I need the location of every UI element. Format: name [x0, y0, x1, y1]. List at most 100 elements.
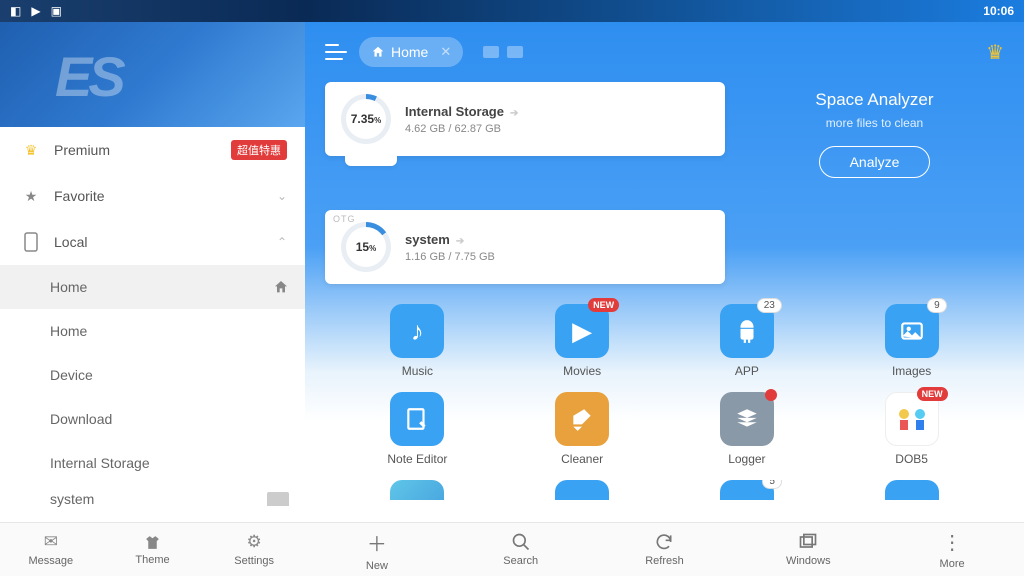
- analyzer-subtitle: more files to clean: [826, 116, 923, 130]
- location-chip[interactable]: Home ✕: [359, 37, 463, 67]
- premium-badge: 超值特惠: [231, 140, 287, 160]
- local-label: Local: [54, 234, 277, 250]
- search-icon: [511, 532, 531, 552]
- mail-icon: ✉: [44, 532, 58, 552]
- location-label: Home: [391, 44, 428, 60]
- premium-label: Premium: [54, 142, 223, 158]
- broom-icon: [555, 392, 609, 446]
- more-button[interactable]: ⋮More: [880, 523, 1024, 576]
- star-icon: ★: [18, 188, 44, 205]
- chevron-down-icon: ⌄: [277, 189, 287, 203]
- plus-icon: ＋: [367, 528, 387, 557]
- sidebar-item-download[interactable]: Download: [0, 397, 305, 441]
- phone-icon: [18, 232, 44, 252]
- stack-icon: [720, 392, 774, 446]
- usage-ring: 7.35%: [341, 94, 391, 144]
- image-icon: 9: [885, 304, 939, 358]
- storage-sub: 1.16 GB / 7.75 GB: [405, 251, 495, 263]
- close-icon[interactable]: ✕: [440, 44, 451, 60]
- app-icon: ▣: [51, 4, 62, 18]
- favorite-label: Favorite: [54, 188, 277, 204]
- sidebar-premium[interactable]: ♛ Premium 超值特惠: [0, 127, 305, 173]
- tab-icons[interactable]: [483, 46, 523, 58]
- analyzer-title: Space Analyzer: [815, 90, 933, 110]
- clock: 10:06: [983, 4, 1014, 18]
- storage-card-system[interactable]: OTG 15% system ➔ 1.16 GB / 7.75 GB: [325, 210, 725, 284]
- sidebar-favorite[interactable]: ★ Favorite ⌄: [0, 173, 305, 219]
- home-icon: [273, 279, 289, 295]
- count-badge: 9: [927, 298, 947, 313]
- android-icon: 23: [720, 304, 774, 358]
- sub-label: Download: [50, 411, 112, 427]
- usage-ring: 15%: [341, 222, 391, 272]
- sidebar-item-system[interactable]: system: [0, 485, 305, 513]
- space-analyzer: Space Analyzer more files to clean Analy…: [745, 82, 1004, 284]
- sidebar-item-internal[interactable]: Internal Storage: [0, 441, 305, 485]
- settings-button[interactable]: ⚙Settings: [203, 523, 305, 576]
- storage-name: system: [405, 232, 450, 247]
- cat-note[interactable]: Note Editor: [335, 392, 500, 466]
- category-grid: ♪ Music ▶NEW Movies 23 APP 9 Images Note…: [305, 284, 1024, 500]
- sub-label: system: [50, 491, 94, 507]
- main-panel: Home ✕ ♛ 7.35% Internal Storage ➔ 4.62 GB…: [305, 22, 1024, 522]
- dot-badge: [765, 389, 777, 401]
- sub-label: Device: [50, 367, 93, 383]
- movie-icon: ▶NEW: [555, 304, 609, 358]
- note-icon: [390, 392, 444, 446]
- search-button[interactable]: Search: [449, 523, 593, 576]
- cat-cutoff[interactable]: 5: [665, 480, 830, 500]
- storage-sub: 4.62 GB / 62.87 GB: [405, 123, 518, 135]
- cat-music[interactable]: ♪ Music: [335, 304, 500, 378]
- storage-card-internal[interactable]: 7.35% Internal Storage ➔ 4.62 GB / 62.87 …: [325, 82, 725, 156]
- cat-dob5[interactable]: NEW DOB5: [829, 392, 994, 466]
- refresh-button[interactable]: Refresh: [593, 523, 737, 576]
- otg-tag: OTG: [333, 214, 356, 224]
- sidebar: ♛ Premium 超值特惠 ★ Favorite ⌄ Local ⌃ Home: [0, 22, 305, 522]
- game-icon: NEW: [885, 392, 939, 446]
- notif-icon: ◧: [10, 4, 21, 18]
- cat-app[interactable]: 23 APP: [665, 304, 830, 378]
- new-badge: NEW: [588, 298, 619, 312]
- menu-button[interactable]: [325, 44, 347, 60]
- sub-label: Internal Storage: [50, 455, 150, 471]
- message-button[interactable]: ✉Message: [0, 523, 102, 576]
- sub-label: Home: [50, 323, 87, 339]
- sidebar-hero: [0, 22, 305, 127]
- crown-icon[interactable]: ♛: [986, 40, 1004, 65]
- shirt-icon: [144, 534, 161, 551]
- sidebar-local[interactable]: Local ⌃: [0, 219, 305, 265]
- new-badge: NEW: [917, 387, 948, 401]
- analyze-button[interactable]: Analyze: [819, 146, 931, 178]
- bottom-bar: ✉Message Theme ⚙Settings ＋New Search Ref…: [0, 522, 1024, 576]
- theme-button[interactable]: Theme: [102, 523, 204, 576]
- cat-images[interactable]: 9 Images: [829, 304, 994, 378]
- new-button[interactable]: ＋New: [305, 523, 449, 576]
- chevron-up-icon: ⌃: [277, 235, 287, 249]
- more-icon: ⋮: [942, 530, 962, 555]
- sidebar-item-home[interactable]: Home: [0, 265, 305, 309]
- count-badge: 23: [757, 298, 782, 313]
- arrow-icon: ➔: [456, 236, 464, 247]
- sub-label: Home: [50, 279, 87, 295]
- gear-icon: ⚙: [247, 532, 262, 552]
- cat-movies[interactable]: ▶NEW Movies: [500, 304, 665, 378]
- home-icon: [371, 45, 385, 59]
- cat-cutoff[interactable]: [335, 480, 500, 500]
- cat-cutoff[interactable]: [829, 480, 994, 500]
- cat-cleaner[interactable]: Cleaner: [500, 392, 665, 466]
- refresh-icon: [654, 532, 674, 552]
- sidebar-item-home2[interactable]: Home: [0, 309, 305, 353]
- status-bar: ◧ ▶ ▣ 10:06: [0, 0, 1024, 22]
- crown-icon: ♛: [18, 142, 44, 159]
- windows-icon: [798, 532, 818, 552]
- storage-name: Internal Storage: [405, 104, 504, 119]
- cat-logger[interactable]: Logger: [665, 392, 830, 466]
- cat-cutoff[interactable]: [500, 480, 665, 500]
- sidebar-item-device[interactable]: Device: [0, 353, 305, 397]
- music-icon: ♪: [390, 304, 444, 358]
- topbar: Home ✕ ♛: [305, 22, 1024, 82]
- play-store-icon: ▶: [31, 4, 40, 18]
- count-badge: 5: [762, 480, 782, 489]
- arrow-icon: ➔: [510, 108, 518, 119]
- windows-button[interactable]: Windows: [736, 523, 880, 576]
